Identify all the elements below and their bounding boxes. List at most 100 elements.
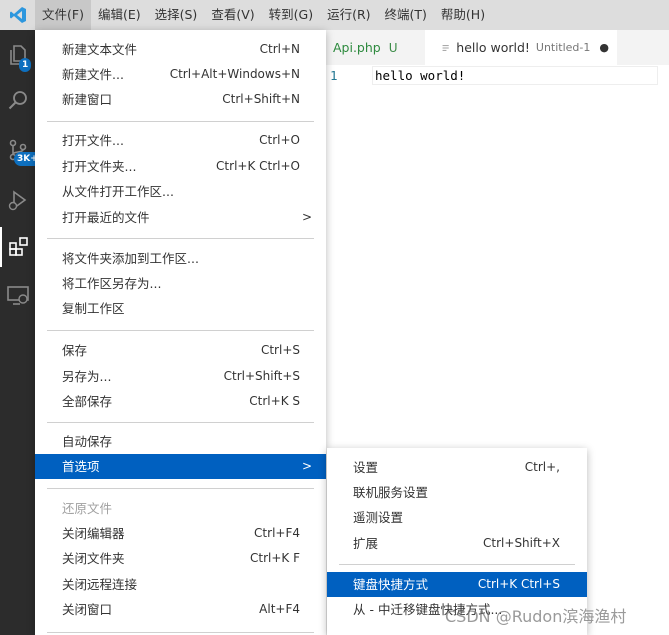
- remote-explorer-icon: [6, 286, 29, 305]
- menu-item-label: 联机服务设置: [353, 485, 429, 500]
- menu-item-label: 打开文件夹...: [62, 159, 137, 174]
- menu-item-shortcut: Ctrl+N: [259, 42, 300, 56]
- menu-item-label: 还原文件: [62, 501, 113, 516]
- vscode-logo-icon: [0, 0, 35, 30]
- menu-item-label: 键盘快捷方式: [353, 577, 429, 592]
- menu-bar: 文件(F) 编辑(E) 选择(S) 查看(V) 转到(G) 运行(R) 终端(T…: [35, 0, 492, 30]
- activity-bar: 1 3K+: [0, 30, 41, 635]
- title-bar: 文件(F) 编辑(E) 选择(S) 查看(V) 转到(G) 运行(R) 终端(T…: [0, 0, 669, 30]
- menu-add-folder-to-workspace[interactable]: 将文件夹添加到工作区...: [35, 246, 326, 271]
- tab-hello-world[interactable]: hello world! Untitled-1 ●: [425, 30, 617, 65]
- menu-item-shortcut: Ctrl+K Ctrl+O: [216, 159, 300, 173]
- menu-file[interactable]: 文件(F): [35, 0, 91, 30]
- menu-separator: [47, 238, 314, 239]
- menu-save-workspace-as[interactable]: 将工作区另存为...: [35, 271, 326, 296]
- menu-separator: [47, 632, 314, 633]
- run-debug-button[interactable]: [0, 180, 35, 220]
- menu-new-file[interactable]: 新建文件... Ctrl+Alt+Windows+N: [35, 62, 326, 87]
- remote-explorer-button[interactable]: [0, 275, 35, 315]
- menu-item-label: 将工作区另存为...: [62, 276, 162, 291]
- chevron-right-icon: >: [301, 459, 312, 473]
- code-line[interactable]: hello world!: [372, 66, 658, 85]
- text-file-icon: [442, 44, 449, 51]
- menu-item-label: 扩展: [353, 536, 379, 551]
- menu-separator: [339, 564, 575, 565]
- menu-open-workspace[interactable]: 从文件打开工作区...: [35, 179, 326, 204]
- menu-view[interactable]: 查看(V): [204, 0, 261, 30]
- menu-close-window[interactable]: 关闭窗口 Alt+F4: [35, 597, 326, 622]
- menu-item-label: 设置: [353, 460, 379, 475]
- menu-new-window[interactable]: 新建窗口 Ctrl+Shift+N: [35, 87, 326, 112]
- menu-open-folder[interactable]: 打开文件夹... Ctrl+K Ctrl+O: [35, 154, 326, 179]
- source-control-button[interactable]: 3K+: [0, 130, 41, 170]
- menu-item-shortcut: Ctrl+K S: [249, 394, 300, 408]
- menu-item-label: 关闭编辑器: [62, 526, 125, 541]
- tab-description: Untitled-1: [535, 41, 591, 54]
- menu-separator: [47, 488, 314, 489]
- tab-label: hello world!: [456, 40, 530, 55]
- menu-item-label: 新建窗口: [62, 92, 113, 107]
- menu-item-label: 关闭窗口: [62, 602, 113, 617]
- menu-item-label: 从文件打开工作区...: [62, 184, 174, 199]
- menu-auto-save[interactable]: 自动保存: [35, 429, 326, 454]
- menu-save[interactable]: 保存 Ctrl+S: [35, 338, 326, 363]
- menu-edit[interactable]: 编辑(E): [91, 0, 148, 30]
- menu-separator: [47, 330, 314, 331]
- menu-item-label: 复制工作区: [62, 301, 125, 316]
- untracked-status: U: [388, 40, 398, 55]
- menu-item-shortcut: Ctrl+K Ctrl+S: [477, 577, 560, 591]
- watermark: CSDN @Rudon滨海渔村: [445, 607, 627, 626]
- menu-item-label: 将文件夹添加到工作区...: [62, 251, 199, 266]
- menu-separator: [47, 121, 314, 122]
- menu-item-shortcut: Ctrl+Shift+N: [222, 92, 300, 106]
- menu-new-text-file[interactable]: 新建文本文件 Ctrl+N: [35, 37, 326, 62]
- unsaved-dot-icon[interactable]: ●: [599, 41, 609, 54]
- menu-preferences[interactable]: 首选项 >: [35, 454, 326, 479]
- menu-item-label: 打开最近的文件: [62, 210, 150, 225]
- menu-help[interactable]: 帮助(H): [434, 0, 492, 30]
- menu-terminal[interactable]: 终端(T): [378, 0, 434, 30]
- submenu-keyboard-shortcuts[interactable]: 键盘快捷方式 Ctrl+K Ctrl+S: [327, 572, 587, 597]
- menu-item-shortcut: Ctrl+Shift+S: [223, 369, 300, 383]
- menu-item-shortcut: Ctrl+Alt+Windows+N: [169, 67, 300, 81]
- menu-selection[interactable]: 选择(S): [148, 0, 205, 30]
- menu-item-label: 全部保存: [62, 394, 113, 409]
- submenu-settings[interactable]: 设置 Ctrl+,: [327, 455, 587, 480]
- menu-open-recent[interactable]: 打开最近的文件 >: [35, 205, 326, 230]
- menu-item-label: 保存: [62, 343, 88, 358]
- menu-item-label: 新建文本文件: [62, 42, 138, 57]
- run-debug-icon: [8, 190, 26, 211]
- menu-save-as[interactable]: 另存为... Ctrl+Shift+S: [35, 364, 326, 389]
- menu-item-shortcut: Ctrl+K F: [250, 551, 300, 565]
- menu-item-label: 新建文件...: [62, 67, 124, 82]
- menu-duplicate-workspace[interactable]: 复制工作区: [35, 296, 326, 321]
- explorer-button[interactable]: 1: [0, 35, 35, 75]
- extensions-button[interactable]: [0, 227, 35, 267]
- menu-revert-file: 还原文件: [35, 496, 326, 521]
- menu-open-file[interactable]: 打开文件... Ctrl+O: [35, 128, 326, 153]
- menu-item-shortcut: Ctrl+F4: [254, 526, 300, 540]
- search-button[interactable]: [0, 80, 35, 120]
- menu-go[interactable]: 转到(G): [262, 0, 320, 30]
- menu-save-all[interactable]: 全部保存 Ctrl+K S: [35, 389, 326, 414]
- tab-label: Api.php: [333, 40, 381, 55]
- menu-separator: [47, 422, 314, 423]
- submenu-online-services[interactable]: 联机服务设置: [327, 480, 587, 505]
- line-number: 1: [330, 68, 338, 83]
- menu-item-shortcut: Ctrl+,: [524, 460, 560, 474]
- menu-run[interactable]: 运行(R): [320, 0, 377, 30]
- menu-item-label: 遥测设置: [353, 510, 404, 525]
- menu-close-remote[interactable]: 关闭远程连接: [35, 572, 326, 597]
- submenu-extensions[interactable]: 扩展 Ctrl+Shift+X: [327, 531, 587, 556]
- submenu-telemetry[interactable]: 遥测设置: [327, 505, 587, 530]
- menu-close-folder[interactable]: 关闭文件夹 Ctrl+K F: [35, 546, 326, 571]
- menu-item-shortcut: Ctrl+Shift+X: [483, 536, 560, 550]
- menu-close-editor[interactable]: 关闭编辑器 Ctrl+F4: [35, 521, 326, 546]
- menu-item-label: 自动保存: [62, 434, 113, 449]
- menu-item-shortcut: Ctrl+S: [260, 343, 300, 357]
- menu-item-label: 另存为...: [62, 369, 112, 384]
- menu-item-label: 打开文件...: [62, 133, 124, 148]
- menu-item-label: 首选项: [62, 459, 100, 474]
- tab-api-php[interactable]: Api.php U: [325, 30, 408, 65]
- chevron-right-icon: >: [301, 210, 312, 224]
